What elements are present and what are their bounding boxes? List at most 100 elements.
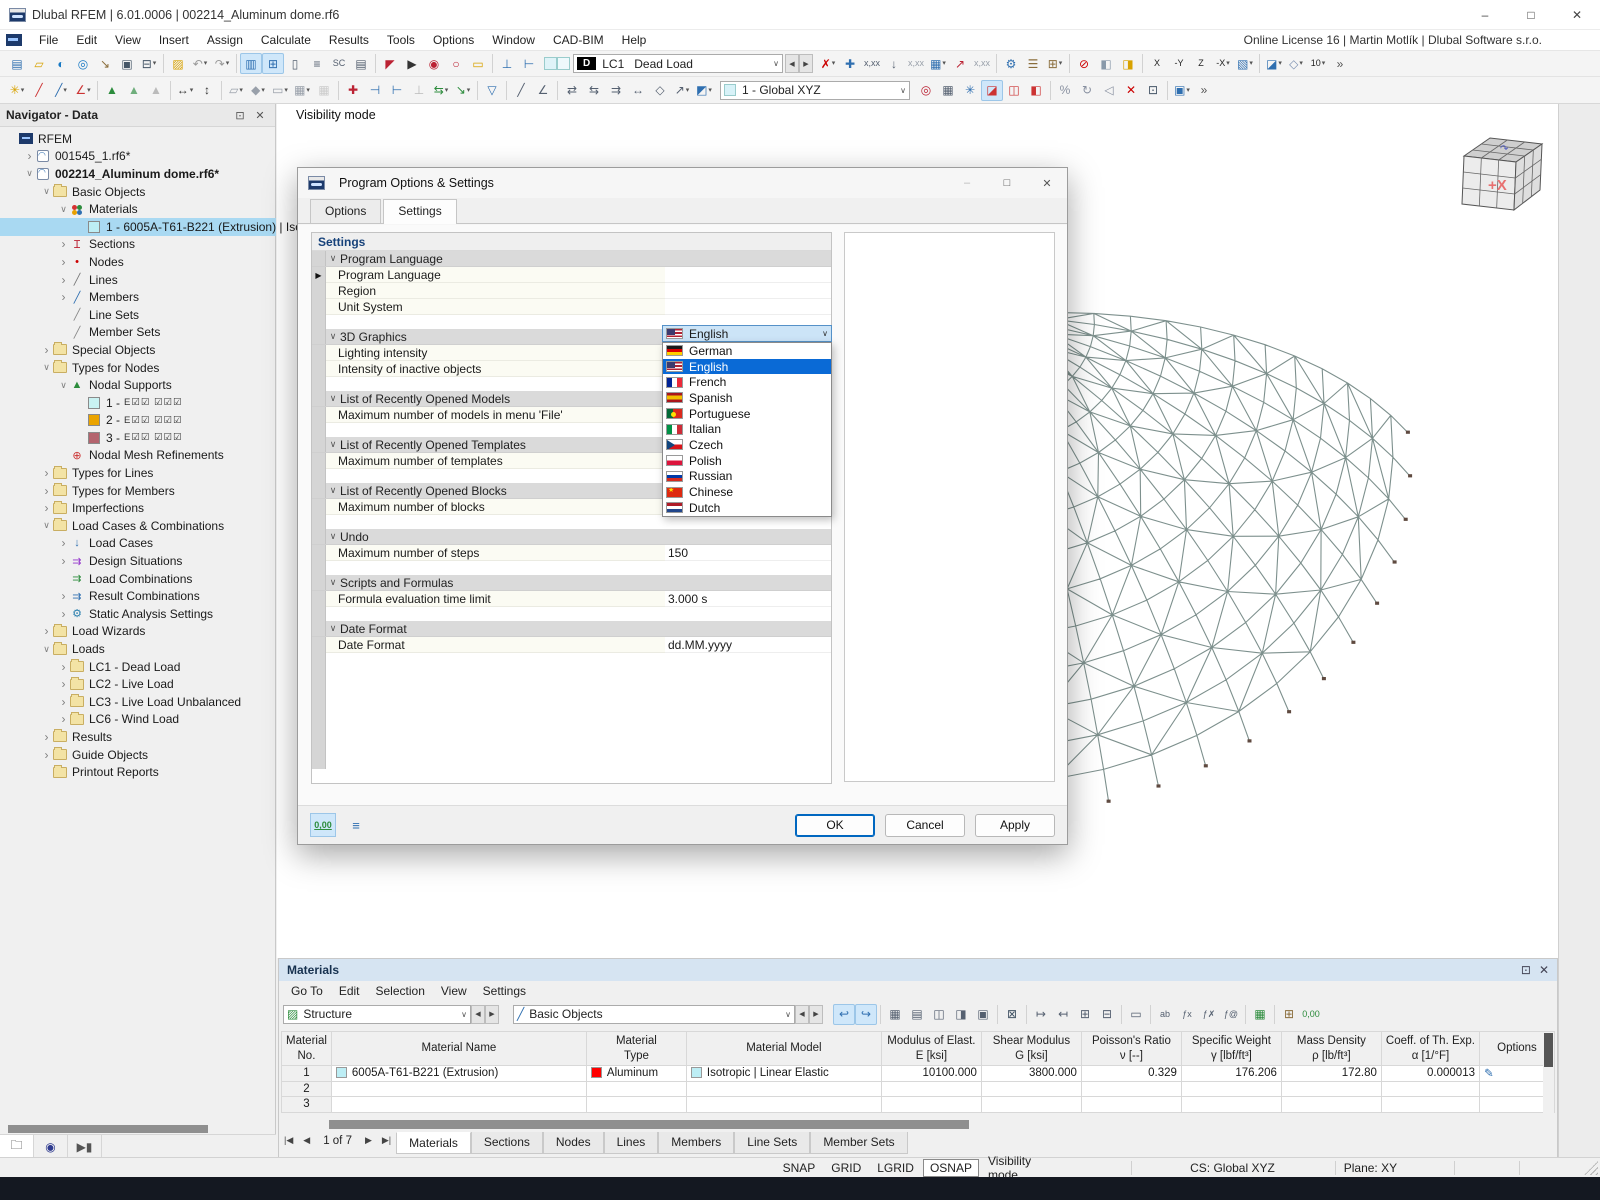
category-prev-button[interactable]: ◀ bbox=[795, 1004, 809, 1024]
cell-material-model[interactable]: Isotropic | Linear Elastic bbox=[685, 1065, 882, 1082]
navigator-tab-views[interactable]: ◉ bbox=[34, 1135, 68, 1158]
select-objects-icon[interactable]: ▶ bbox=[401, 53, 423, 74]
redo-icon[interactable]: ↷ ▾ bbox=[211, 53, 233, 74]
isometric-view-icon[interactable]: ◪ ▾ bbox=[1263, 53, 1285, 74]
param-value[interactable]: dd.MM.yyyy bbox=[665, 637, 831, 653]
cell-modulus[interactable] bbox=[880, 1080, 982, 1097]
cell-specific-weight[interactable]: 176.206 bbox=[1180, 1065, 1282, 1082]
relation-back-icon[interactable]: ↩ bbox=[833, 1003, 855, 1025]
window-minimize-button[interactable]: – bbox=[1462, 0, 1508, 30]
table-tab-line-sets[interactable]: Line Sets bbox=[734, 1132, 811, 1154]
tree-expander[interactable]: ∨ bbox=[40, 644, 53, 655]
cell-material-model[interactable] bbox=[685, 1096, 882, 1113]
window-maximize-button[interactable]: □ bbox=[1508, 0, 1554, 30]
support-checkboxes[interactable]: E☑☑ ☑☑☑ bbox=[124, 432, 183, 443]
language-option-italian[interactable]: Italian bbox=[663, 421, 831, 437]
export-excel-icon[interactable]: ▦ bbox=[1249, 1004, 1271, 1025]
tree-expander[interactable]: › bbox=[40, 484, 53, 498]
tree-item[interactable]: › ⇉ Result Combinations bbox=[0, 587, 276, 605]
delete-table-icon[interactable]: ⊠ bbox=[1001, 1004, 1023, 1025]
support-node[interactable] bbox=[1321, 677, 1326, 681]
category-next-button[interactable]: ▶ bbox=[809, 1004, 823, 1024]
tree-item[interactable]: › Load Wizards bbox=[0, 623, 276, 641]
settings-param-row[interactable]: ▶ Program Language bbox=[312, 267, 831, 283]
toggle-tables-icon[interactable]: ⊞ bbox=[262, 53, 284, 74]
cell-modulus[interactable] bbox=[880, 1096, 982, 1113]
tree-item[interactable]: › ↓ Load Cases bbox=[0, 535, 276, 553]
show-loads-icon[interactable]: ✚ bbox=[839, 53, 861, 74]
prev-page-button[interactable]: ◀ bbox=[298, 1132, 315, 1149]
align-members-6-icon[interactable]: ↗ ▾ bbox=[671, 80, 693, 101]
settings-group-row[interactable]: ∨ Scripts and Formulas bbox=[312, 575, 831, 591]
filter-visibility-icon[interactable]: ▽ bbox=[481, 80, 503, 101]
status-toggle-osnap[interactable]: OSNAP bbox=[922, 1158, 979, 1177]
next-page-button[interactable]: ▶ bbox=[360, 1132, 377, 1149]
tree-item[interactable]: › • Nodes bbox=[0, 253, 276, 271]
support-node[interactable] bbox=[1403, 517, 1408, 521]
materials-menu-view[interactable]: View bbox=[433, 982, 475, 1000]
tree-item[interactable]: 3 - E☑☑ ☑☑☑ bbox=[0, 429, 276, 447]
dialog-close-button[interactable]: ✕ bbox=[1027, 169, 1067, 197]
tree-item[interactable]: › ╱ Lines bbox=[0, 271, 276, 289]
select-window-icon[interactable]: ▭ bbox=[467, 53, 489, 74]
support-node[interactable] bbox=[1287, 710, 1292, 714]
render-mode-2-icon[interactable]: ◨ bbox=[1117, 53, 1139, 74]
result-table-icon[interactable]: ▦ ▾ bbox=[927, 53, 949, 74]
load-values-icon[interactable]: x,xx bbox=[861, 53, 883, 74]
materials-menu-go-to[interactable]: Go To bbox=[283, 982, 331, 1000]
toggle-navigator-icon[interactable]: ▥ bbox=[240, 53, 262, 74]
program-language-combo[interactable]: English ∨ bbox=[662, 325, 832, 342]
param-value[interactable] bbox=[665, 283, 831, 299]
menu-insert[interactable]: Insert bbox=[150, 31, 198, 49]
support-ghost-icon[interactable]: ▲ bbox=[145, 80, 167, 101]
cell-material-no[interactable]: 1 bbox=[281, 1065, 332, 1082]
language-option-chinese[interactable]: Chinese bbox=[663, 484, 831, 500]
table-tab-materials[interactable]: Materials bbox=[396, 1132, 471, 1154]
export-column-icon[interactable]: ↤ bbox=[1052, 1004, 1074, 1025]
load-case-color-chip-2[interactable] bbox=[557, 57, 570, 70]
settings-param-row[interactable]: Region bbox=[312, 283, 831, 299]
formula-edit-icon[interactable]: ƒ@ bbox=[1220, 1004, 1242, 1025]
navigator-hscrollbar[interactable] bbox=[4, 1124, 272, 1134]
pointer-mode-icon[interactable]: ◤ bbox=[379, 53, 401, 74]
undo-icon[interactable]: ↶ ▾ bbox=[189, 53, 211, 74]
align-members-3-icon[interactable]: ⇉ bbox=[605, 80, 627, 101]
transfer-values-icon[interactable]: x,xx bbox=[971, 53, 993, 74]
calculator-icon[interactable]: ⊞ ▾ bbox=[1044, 53, 1066, 74]
param-value[interactable] bbox=[665, 267, 831, 283]
calendar-icon[interactable]: ⊞ bbox=[1278, 1004, 1300, 1025]
dialog-tab-options[interactable]: Options bbox=[310, 199, 382, 223]
materials-float-button[interactable]: ⊡ bbox=[1521, 963, 1531, 977]
load-case-color-chip[interactable] bbox=[544, 57, 557, 70]
cell-mass-density[interactable] bbox=[1280, 1080, 1382, 1097]
cube-rotate-icon[interactable]: ↷ bbox=[1500, 144, 1509, 155]
language-option-spanish[interactable]: Spanish bbox=[663, 390, 831, 406]
settings-group-row[interactable]: ∨ Date Format bbox=[312, 621, 831, 637]
navigation-cube[interactable]: +X ↷ bbox=[1452, 126, 1552, 221]
tree-expander[interactable]: › bbox=[40, 501, 53, 515]
tree-item[interactable]: ∨ Load Cases & Combinations bbox=[0, 517, 276, 535]
toggle-console-icon[interactable]: ≡ bbox=[306, 53, 328, 74]
tree-item[interactable]: Printout Reports bbox=[0, 763, 276, 781]
tree-expander[interactable]: › bbox=[40, 466, 53, 480]
tree-item[interactable]: › ╱ Members bbox=[0, 288, 276, 306]
tree-item[interactable]: RFEM bbox=[0, 130, 276, 148]
align-members-2-icon[interactable]: ⇆ bbox=[583, 80, 605, 101]
language-option-russian[interactable]: Russian bbox=[663, 469, 831, 485]
tree-item[interactable]: › LC6 - Wind Load bbox=[0, 711, 276, 729]
tree-item[interactable]: 1 - 6005A-T61-B221 (Extrusion) | Isotr bbox=[0, 217, 309, 236]
formula-fx-icon[interactable]: ƒx bbox=[1176, 1004, 1198, 1025]
calculate-all-icon[interactable]: ⚙ bbox=[1000, 53, 1022, 74]
tree-expander[interactable]: › bbox=[57, 695, 70, 709]
coordinate-system-combo[interactable]: 1 - Global XYZ ∨ bbox=[720, 80, 910, 100]
cell-thermal-exp[interactable]: 0.000013 bbox=[1380, 1065, 1480, 1082]
tree-item[interactable]: ∨ 002214_Aluminum dome.rf6* bbox=[0, 165, 276, 183]
scale-factor-icon[interactable]: 10 ▾ bbox=[1307, 53, 1329, 74]
tree-expander[interactable]: ∨ bbox=[40, 186, 53, 197]
toolbar2-overflow-icon[interactable]: » bbox=[1193, 80, 1215, 101]
toggle-scripts-icon[interactable]: SC bbox=[328, 53, 350, 74]
support-node[interactable] bbox=[1247, 739, 1252, 743]
cell-material-name[interactable] bbox=[330, 1096, 587, 1113]
hinge-ghost-icon[interactable]: ⊥ bbox=[408, 80, 430, 101]
cell-shear-modulus[interactable] bbox=[980, 1080, 1082, 1097]
